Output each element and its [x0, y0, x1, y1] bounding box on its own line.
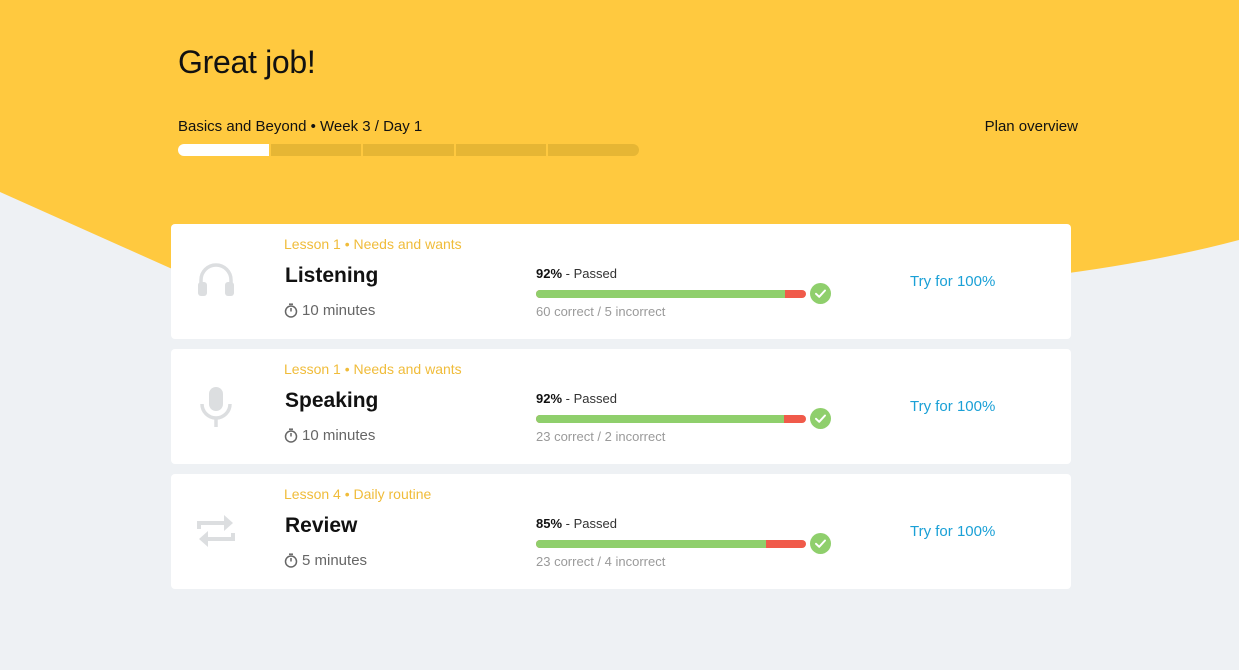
week-progress-segment — [455, 144, 547, 156]
week-progress-segment — [363, 144, 454, 156]
check-icon — [810, 408, 831, 429]
plan-label: Basics and Beyond • Week 3 / Day 1 — [178, 118, 423, 135]
answer-counts: 60 correct / 5 incorrect — [536, 304, 666, 319]
lesson-duration: 5 minutes — [284, 552, 367, 569]
stopwatch-icon — [284, 553, 298, 568]
lesson-duration: 10 minutes — [284, 427, 375, 444]
answer-counts: 23 correct / 2 incorrect — [536, 429, 666, 444]
stopwatch-icon — [284, 428, 298, 443]
lesson-tag: Lesson 4 • Daily routine — [284, 486, 432, 502]
week-progress-segment — [548, 144, 639, 156]
score-line: 92% - Passed — [536, 266, 617, 281]
lesson-duration: 10 minutes — [284, 302, 375, 319]
score-bar-correct-fill — [536, 415, 785, 423]
lesson-tag: Lesson 1 • Needs and wants — [284, 236, 462, 252]
try-for-100-button[interactable]: Try for 100% — [910, 523, 995, 540]
week-progress-segment — [270, 144, 362, 156]
try-for-100-button[interactable]: Try for 100% — [910, 398, 995, 415]
score-bar-correct-fill — [536, 540, 767, 548]
score-percent: 92% — [536, 391, 563, 406]
duration-text: 5 minutes — [302, 552, 368, 569]
score-bar — [536, 415, 806, 423]
score-bar — [536, 290, 806, 298]
week-progress-bar — [178, 144, 639, 156]
try-for-100-button[interactable]: Try for 100% — [910, 273, 995, 290]
score-line: 92% - Passed — [536, 391, 617, 406]
lesson-title: Speaking — [285, 389, 379, 412]
score-status: - Passed — [565, 516, 617, 531]
week-progress-segment — [178, 144, 269, 156]
score-status: - Passed — [565, 266, 617, 281]
lesson-title: Listening — [285, 264, 379, 287]
score-bar-correct-fill — [536, 290, 786, 298]
answer-counts: 23 correct / 4 incorrect — [536, 554, 666, 569]
duration-text: 10 minutes — [302, 427, 376, 444]
check-icon — [810, 533, 831, 554]
microphone-icon — [195, 385, 237, 427]
page-title: Great job! — [178, 44, 316, 80]
stopwatch-icon — [284, 303, 298, 318]
score-status: - Passed — [565, 391, 617, 406]
score-percent: 92% — [536, 266, 563, 281]
lesson-card-speaking: Lesson 1 • Needs and wants Speaking 10 m… — [171, 349, 1071, 464]
lesson-tag: Lesson 1 • Needs and wants — [284, 361, 462, 377]
score-percent: 85% — [536, 516, 563, 531]
lesson-card-listening: Lesson 1 • Needs and wants Listening 10 … — [171, 224, 1071, 339]
lesson-title: Review — [285, 514, 358, 537]
lesson-card-review: Lesson 4 • Daily routine Review 5 minute… — [171, 474, 1071, 589]
duration-text: 10 minutes — [302, 302, 376, 319]
check-icon — [810, 283, 831, 304]
plan-overview-link[interactable]: Plan overview — [985, 118, 1078, 135]
score-line: 85% - Passed — [536, 516, 617, 531]
repeat-icon — [195, 510, 237, 552]
lesson-results-list: Lesson 1 • Needs and wants Listening 10 … — [171, 224, 1071, 599]
headphones-icon — [195, 260, 237, 302]
score-bar — [536, 540, 806, 548]
